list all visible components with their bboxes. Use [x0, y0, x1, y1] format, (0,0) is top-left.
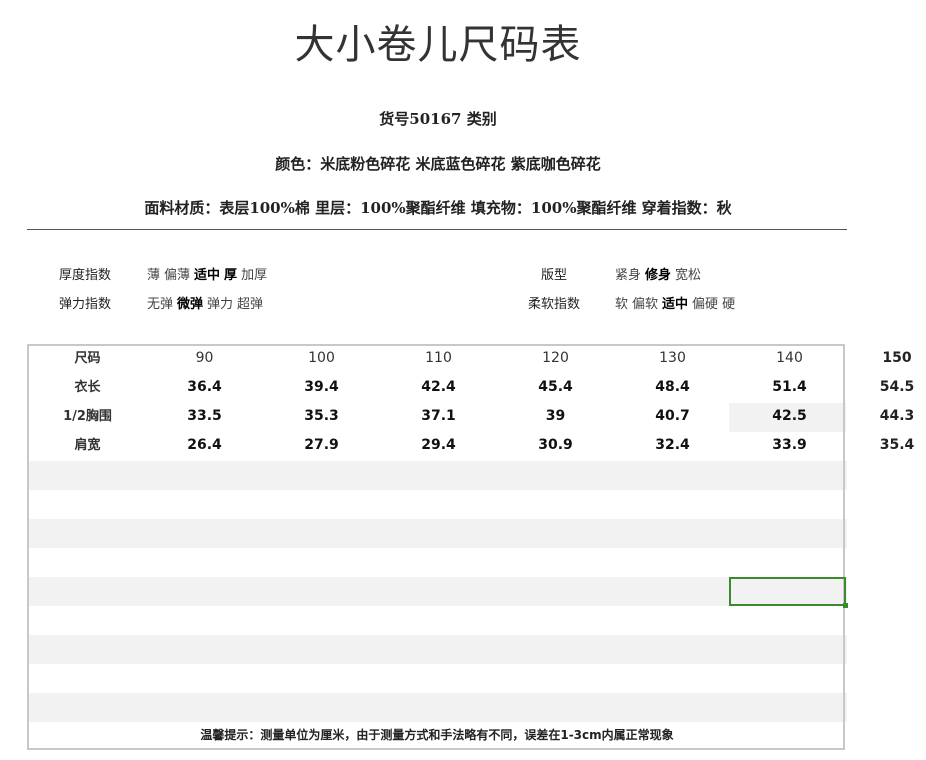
table-cell: 32.4: [655, 437, 690, 453]
size-header: 130: [659, 350, 686, 366]
row-label: 肩宽: [74, 438, 101, 453]
table-cell: 40.7: [655, 408, 690, 424]
softness-label: 柔软指数: [528, 297, 581, 312]
elasticity-option: 弹力: [207, 297, 234, 312]
softness-options: 软偏软 适中 偏硬硬: [615, 293, 739, 312]
table-cell: 30.9: [538, 437, 573, 453]
thickness-label: 厚度指数: [59, 268, 112, 283]
table-cell: 39: [545, 408, 566, 424]
elasticity-label: 弹力指数: [59, 297, 112, 312]
table-cell: 48.4: [655, 379, 690, 395]
thickness-option: 加厚: [241, 268, 268, 283]
softness-option: 软: [615, 297, 629, 312]
table-cell-extra: 54.5: [879, 379, 915, 395]
size-header: 140: [776, 350, 803, 366]
size-header: 100: [308, 350, 335, 366]
material-line: 面料材质：表层100%棉 里层：100%聚酯纤维 填充物：100%聚酯纤维 穿着…: [144, 199, 732, 217]
table-cell-extra: 44.3: [879, 408, 915, 424]
thickness-option: 适中: [194, 268, 221, 283]
thickness-option: 薄: [147, 268, 161, 283]
softness-option: 硬: [722, 297, 736, 312]
size-header: 110: [425, 350, 452, 366]
table-cell: 29.4: [421, 437, 456, 453]
color-line: 颜色：米底粉色碎花 米底蓝色碎花 紫底咖色碎花: [275, 155, 601, 173]
softness-option: 偏硬: [692, 297, 719, 312]
thickness-option: 偏薄: [164, 268, 191, 283]
table-cell: 45.4: [538, 379, 573, 395]
elasticity-options: 无弹 微弹 弹力 超弹: [147, 293, 267, 312]
row-label: 衣长: [74, 380, 101, 395]
elasticity-option: 无弹: [147, 297, 174, 312]
elasticity-option: 超弹: [237, 297, 264, 312]
fit-option: 宽松: [675, 268, 702, 283]
fit-option: 紧身: [615, 268, 642, 283]
table-cell: 36.4: [187, 379, 222, 395]
divider: [27, 229, 847, 230]
thickness-options: 薄偏薄 适中厚加厚: [147, 264, 271, 283]
page-title: 大小卷儿尺码表: [294, 22, 582, 68]
fit-label: 版型: [541, 268, 568, 283]
header-size-label: 尺码: [74, 351, 101, 366]
table-cell: 42.5: [772, 408, 807, 424]
table-cell: 33.9: [772, 437, 807, 453]
size-header: 90: [195, 350, 214, 366]
table-cell: 37.1: [421, 408, 456, 424]
row-label: 1/2胸围: [63, 409, 112, 424]
product-line: 货号50167 类别: [379, 110, 497, 128]
fit-option: 修身: [645, 268, 672, 283]
table-cell: 51.4: [772, 379, 807, 395]
fill-handle[interactable]: [843, 603, 848, 608]
table-cell: 42.4: [421, 379, 456, 395]
table-cell: 33.5: [187, 408, 222, 424]
table-cell: 39.4: [304, 379, 339, 395]
table-cell: 26.4: [187, 437, 222, 453]
size-header-extra: 150: [882, 350, 912, 366]
thickness-option: 厚: [224, 268, 238, 283]
softness-option: 适中: [662, 297, 689, 312]
table-cell: 35.3: [304, 408, 339, 424]
fit-options: 紧身 修身 宽松: [615, 264, 705, 283]
size-header: 120: [542, 350, 569, 366]
elasticity-option: 微弹: [177, 297, 204, 312]
table-cell: 27.9: [304, 437, 339, 453]
table-cell-extra: 35.4: [879, 437, 915, 453]
softness-option: 偏软: [632, 297, 659, 312]
footer-note: 温馨提示：测量单位为厘米，由于测量方式和手法略有不同，误差在1-3cm内属正常现…: [200, 728, 674, 742]
selected-cell[interactable]: [729, 577, 846, 606]
